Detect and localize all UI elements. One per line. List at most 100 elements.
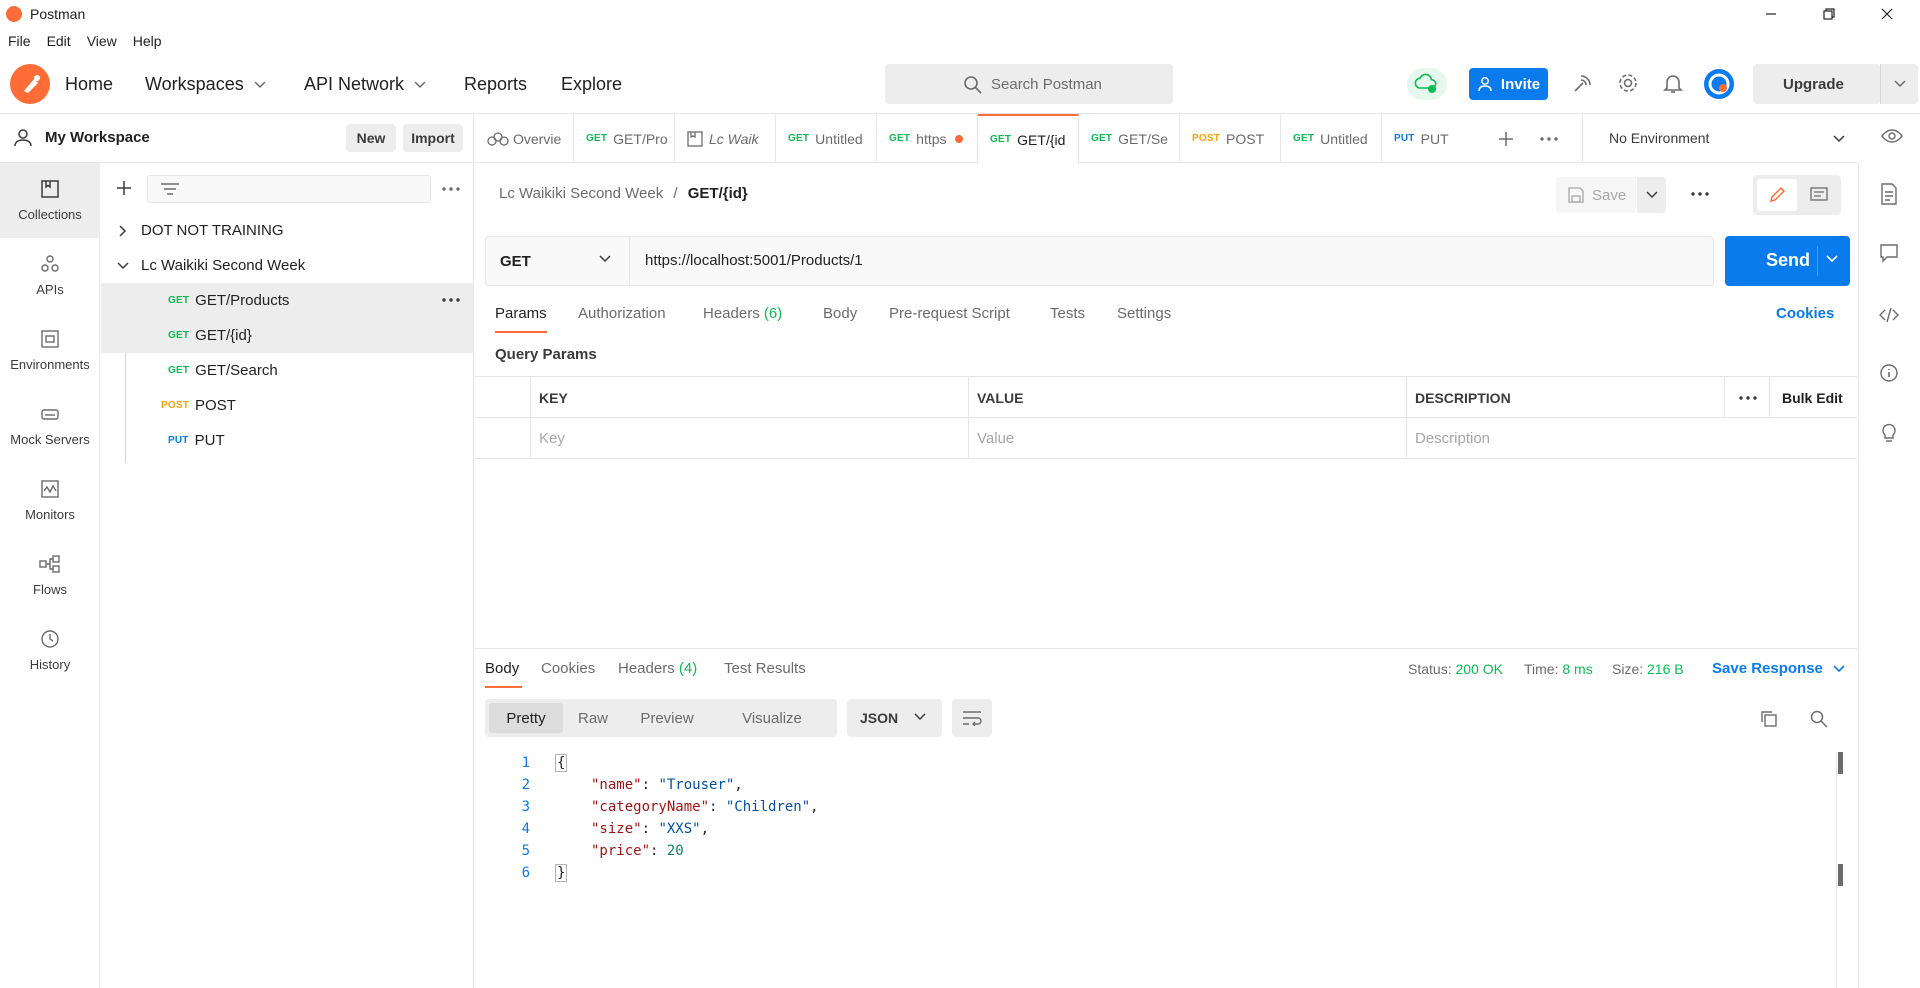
tab-get-search[interactable]: GET GET/Se bbox=[1079, 114, 1180, 163]
breadcrumb-request[interactable]: GET/{id} bbox=[688, 185, 748, 202]
request-item-put[interactable]: PUT PUT bbox=[101, 423, 473, 458]
view-preview-button[interactable]: Preview bbox=[625, 703, 709, 733]
collection-filter-input[interactable] bbox=[147, 175, 431, 203]
close-window-button[interactable] bbox=[1864, 0, 1910, 28]
tab-settings[interactable]: Settings bbox=[1117, 305, 1171, 322]
nav-workspaces[interactable]: Workspaces bbox=[145, 74, 266, 95]
tab-tests[interactable]: Tests bbox=[1050, 305, 1085, 322]
value-input[interactable]: Value bbox=[968, 418, 1406, 459]
response-tab-headers[interactable]: Headers (4) bbox=[618, 660, 697, 677]
collection-item-lc-waikiki[interactable]: Lc Waikiki Second Week bbox=[101, 248, 473, 283]
url-input[interactable]: https://localhost:5001/Products/1 bbox=[645, 252, 863, 269]
scrollbar-thumb[interactable] bbox=[1838, 752, 1843, 774]
tab-body[interactable]: Body bbox=[823, 305, 857, 322]
request-item-get-search[interactable]: GET GET/Search bbox=[101, 353, 473, 388]
key-input[interactable]: Key bbox=[530, 418, 968, 459]
tab-https[interactable]: GET https bbox=[877, 114, 978, 163]
wrap-lines-button[interactable] bbox=[952, 699, 992, 737]
tab-lc-waikiki[interactable]: Lc Waik bbox=[675, 114, 776, 163]
menu-view[interactable]: View bbox=[87, 33, 117, 49]
nav-home[interactable]: Home bbox=[65, 74, 113, 95]
gear-icon[interactable] bbox=[1616, 71, 1640, 95]
tab-overview[interactable]: Overvie bbox=[475, 114, 574, 163]
menu-edit[interactable]: Edit bbox=[47, 33, 71, 49]
bulk-edit-button[interactable]: Bulk Edit bbox=[1769, 377, 1857, 418]
upgrade-dropdown-button[interactable] bbox=[1880, 64, 1918, 104]
sidebar-item-apis[interactable]: APIs bbox=[0, 238, 100, 313]
request-item-post[interactable]: POST POST bbox=[101, 388, 473, 423]
minimize-button[interactable] bbox=[1748, 0, 1794, 28]
sidebar-item-collections[interactable]: Collections bbox=[0, 163, 100, 238]
response-tab-body[interactable]: Body bbox=[485, 660, 519, 677]
tab-headers[interactable]: Headers (6) bbox=[703, 305, 782, 322]
format-select[interactable]: JSON bbox=[847, 699, 942, 737]
sidebar-item-flows[interactable]: Flows bbox=[0, 538, 100, 613]
view-raw-button[interactable]: Raw bbox=[565, 703, 621, 733]
sidebar-item-mock-servers[interactable]: Mock Servers bbox=[0, 388, 100, 463]
comments-icon[interactable] bbox=[1879, 243, 1899, 263]
tab-authorization[interactable]: Authorization bbox=[578, 305, 666, 322]
avatar[interactable] bbox=[1704, 69, 1734, 99]
tab-prerequest-script[interactable]: Pre-request Script bbox=[889, 305, 1010, 322]
tab-post[interactable]: POST POST bbox=[1180, 114, 1281, 163]
new-button[interactable]: New bbox=[346, 124, 396, 152]
view-pretty-button[interactable]: Pretty bbox=[489, 703, 563, 733]
comment-mode-button[interactable] bbox=[1799, 179, 1839, 211]
tab-get-id[interactable]: GET GET/{id bbox=[978, 114, 1079, 163]
method-select[interactable]: GET bbox=[486, 237, 630, 285]
nav-reports[interactable]: Reports bbox=[464, 74, 527, 95]
more-options-icon[interactable] bbox=[442, 298, 460, 302]
import-button[interactable]: Import bbox=[403, 124, 463, 152]
response-divider[interactable] bbox=[475, 648, 1857, 649]
more-options-icon[interactable] bbox=[442, 187, 460, 191]
sync-status-icon[interactable] bbox=[1407, 68, 1447, 100]
nav-api-network[interactable]: API Network bbox=[304, 74, 426, 95]
add-collection-icon[interactable] bbox=[115, 179, 133, 197]
response-tab-test-results[interactable]: Test Results bbox=[724, 660, 806, 677]
search-icon[interactable] bbox=[1810, 710, 1828, 728]
send-button[interactable]: Send bbox=[1725, 236, 1850, 286]
new-tab-icon[interactable] bbox=[1497, 130, 1515, 148]
restore-button[interactable] bbox=[1806, 0, 1852, 28]
eye-icon[interactable] bbox=[1881, 128, 1903, 144]
description-input[interactable]: Description bbox=[1406, 418, 1857, 459]
documentation-icon[interactable] bbox=[1879, 183, 1899, 205]
search-bar[interactable]: Search Postman bbox=[885, 64, 1173, 104]
copy-icon[interactable] bbox=[1760, 710, 1778, 728]
request-item-get-id[interactable]: GET GET/{id} bbox=[101, 318, 473, 353]
save-dropdown-button[interactable] bbox=[1637, 177, 1666, 213]
invite-button[interactable]: Invite bbox=[1469, 68, 1548, 100]
tab-put[interactable]: PUT PUT bbox=[1382, 114, 1483, 163]
save-response-button[interactable]: Save Response bbox=[1712, 660, 1845, 677]
save-button[interactable]: Save bbox=[1556, 177, 1636, 213]
response-body[interactable]: 1 { 2 "name": "Trouser", 3 "categoryName… bbox=[475, 750, 1857, 988]
nav-explore[interactable]: Explore bbox=[561, 74, 622, 95]
tab-untitled-1[interactable]: GET Untitled bbox=[776, 114, 877, 163]
cookies-link[interactable]: Cookies bbox=[1776, 305, 1834, 322]
view-visualize-button[interactable]: Visualize bbox=[713, 703, 831, 733]
upgrade-button[interactable]: Upgrade bbox=[1753, 64, 1880, 104]
code-icon[interactable] bbox=[1879, 305, 1899, 325]
edit-mode-button[interactable] bbox=[1757, 179, 1797, 211]
tab-params[interactable]: Params bbox=[495, 305, 547, 322]
sidebar-item-monitors[interactable]: Monitors bbox=[0, 463, 100, 538]
bell-icon[interactable] bbox=[1661, 71, 1685, 95]
environment-selector[interactable]: No Environment bbox=[1582, 114, 1857, 163]
sidebar-item-environments[interactable]: Environments bbox=[0, 313, 100, 388]
breadcrumb-collection[interactable]: Lc Waikiki Second Week bbox=[499, 185, 663, 202]
scrollbar-thumb[interactable] bbox=[1838, 864, 1843, 886]
tab-get-products[interactable]: GET GET/Pro bbox=[574, 114, 675, 163]
more-options-icon[interactable] bbox=[1691, 192, 1709, 196]
collection-item-dot-not-training[interactable]: DOT NOT TRAINING bbox=[101, 213, 473, 248]
table-options-button[interactable] bbox=[1724, 377, 1769, 418]
lightbulb-icon[interactable] bbox=[1879, 421, 1899, 443]
postman-brand-icon[interactable] bbox=[10, 64, 50, 104]
info-icon[interactable] bbox=[1879, 363, 1899, 383]
menu-file[interactable]: File bbox=[8, 33, 31, 49]
more-tabs-icon[interactable] bbox=[1540, 137, 1558, 141]
tab-untitled-2[interactable]: GET Untitled bbox=[1281, 114, 1382, 163]
satellite-icon[interactable] bbox=[1571, 71, 1595, 95]
menu-help[interactable]: Help bbox=[133, 33, 162, 49]
response-tab-cookies[interactable]: Cookies bbox=[541, 660, 595, 677]
request-item-get-products[interactable]: GET GET/Products bbox=[101, 283, 473, 318]
